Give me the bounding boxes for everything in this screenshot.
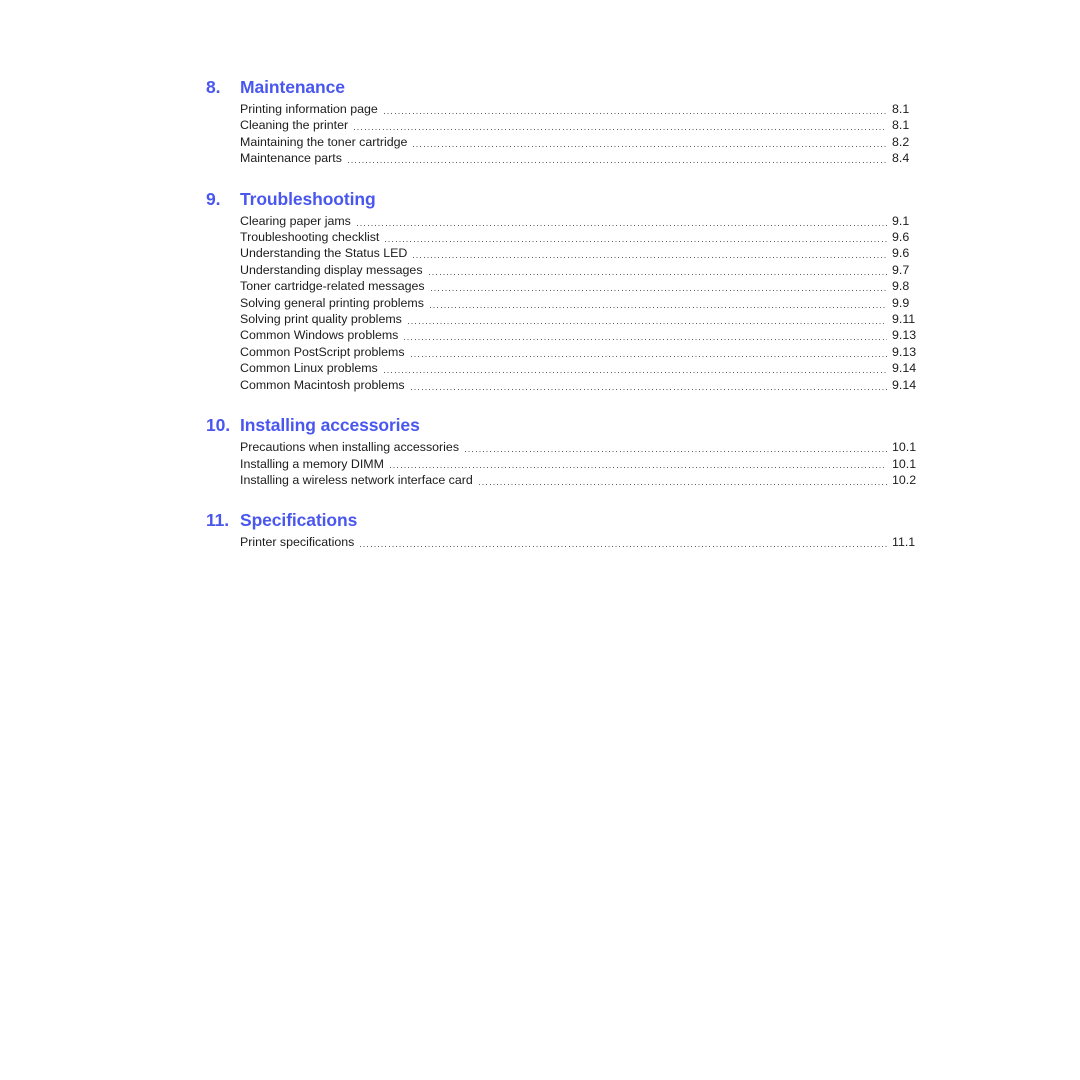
toc-entry-page-number: 8.2 [892, 134, 910, 149]
toc-entry-page-number: 9.9 [892, 295, 910, 310]
toc-entry[interactable]: Troubleshooting checklist 9.6 [206, 229, 936, 245]
dot-leader [354, 117, 887, 133]
toc-entry-page-number: 9.8 [892, 279, 910, 294]
document-page: 8. Maintenance Printing information page 8.… [0, 0, 1080, 1080]
toc-entry[interactable]: Understanding the Status LED 9.6 [206, 245, 936, 261]
toc-entry[interactable]: Clearing paper jams 9.1 [206, 213, 936, 229]
toc-entry-label: Printing information page [240, 102, 378, 116]
toc-entry-label: Solving print quality problems [240, 312, 402, 327]
section-title: Specifications [240, 510, 358, 531]
toc-entry-page-number: 10.2 [892, 472, 917, 487]
dot-leader [410, 344, 887, 360]
table-of-contents: 8. Maintenance Printing information page 8.… [206, 76, 936, 551]
section-entry-list: Precautions when installing accessories 1… [206, 439, 936, 488]
section-number: 10. [206, 415, 231, 436]
toc-entry-page-number: 8.1 [892, 102, 910, 116]
section-title: Maintenance [240, 77, 345, 97]
toc-entry[interactable]: Printing information page 8.1 [206, 101, 936, 117]
dot-leader [413, 245, 887, 261]
section-entry-list: Clearing paper jams 9.1 Troubleshooting ch… [206, 213, 936, 393]
toc-entry[interactable]: Solving print quality problems 9.11 [206, 311, 936, 327]
dot-leader [407, 311, 887, 327]
toc-entry[interactable]: Cleaning the printer 8.1 [206, 117, 936, 133]
toc-entry-page-number: 9.14 [892, 377, 917, 392]
toc-entry-page-number: 9.6 [892, 246, 910, 261]
toc-entry-page-number: 10.1 [892, 456, 917, 471]
section-entry-list: Printer specifications 11.1 [206, 534, 936, 550]
toc-entry[interactable]: Toner cartridge-related messages 9.8 [206, 278, 936, 294]
toc-entry-label: Common Linux problems [240, 361, 378, 376]
toc-entry-label: Understanding the Status LED [240, 246, 408, 261]
toc-entry-page-number: 8.4 [892, 151, 910, 166]
toc-entry-page-number: 10.1 [892, 440, 917, 455]
dot-leader [478, 472, 887, 488]
toc-entry-label: Installing a wireless network interface … [240, 472, 473, 487]
toc-entry[interactable]: Maintenance parts 8.4 [206, 150, 936, 166]
toc-entry[interactable]: Common Windows problems 9.13 [206, 327, 936, 343]
dot-leader [347, 150, 887, 166]
toc-entry-page-number: 9.13 [892, 344, 917, 359]
dot-leader [389, 456, 887, 472]
toc-entry-page-number: 8.1 [892, 118, 910, 133]
section-number: 9. [206, 188, 221, 209]
toc-entry-label: Understanding display messages [240, 262, 423, 277]
toc-entry-label: Common Macintosh problems [240, 377, 405, 392]
section-heading[interactable]: 9. Troubleshooting [206, 188, 936, 210]
toc-entry-label: Precautions when installing accessories [240, 440, 460, 455]
dot-leader [383, 360, 887, 376]
dot-leader [413, 134, 887, 150]
toc-entry-label: Troubleshooting checklist [240, 230, 380, 245]
toc-entry-label: Common Windows problems [240, 328, 399, 343]
toc-entry-page-number: 9.6 [892, 230, 910, 245]
section-heading[interactable]: 10. Installing accessories [206, 414, 936, 436]
dot-leader [465, 439, 887, 455]
toc-entry[interactable]: Understanding display messages 9.7 [206, 262, 936, 278]
toc-entry-label: Toner cartridge-related messages [240, 279, 425, 294]
dot-leader [360, 534, 887, 550]
dot-leader [428, 262, 887, 278]
section-heading[interactable]: 8. Maintenance [206, 76, 936, 98]
section-number: 11. [206, 510, 230, 531]
section-number: 8. [206, 77, 221, 97]
toc-entry-label: Clearing paper jams [240, 213, 351, 228]
toc-entry[interactable]: Common Macintosh problems 9.14 [206, 377, 936, 393]
section-entry-list: Printing information page 8.1 Cleaning the… [206, 101, 936, 167]
toc-section: 9. Troubleshooting Clearing paper jams 9.1 T… [206, 188, 936, 393]
toc-entry[interactable]: Printer specifications 11.1 [206, 534, 936, 550]
toc-entry-page-number: 9.14 [892, 361, 917, 376]
toc-entry[interactable]: Installing a memory DIMM 10.1 [206, 456, 936, 472]
toc-entry[interactable]: Maintaining the toner cartridge 8.2 [206, 134, 936, 150]
toc-entry-label: Cleaning the printer [240, 118, 349, 133]
toc-section: 11. Specifications Printer specifications 1… [206, 509, 936, 550]
dot-leader [385, 229, 887, 245]
toc-entry[interactable]: Installing a wireless network interface … [206, 472, 936, 488]
toc-entry[interactable]: Precautions when installing accessories 1… [206, 439, 936, 455]
dot-leader [410, 377, 887, 393]
dot-leader [356, 213, 887, 229]
section-title: Installing accessories [240, 415, 420, 436]
section-title: Troubleshooting [240, 188, 376, 209]
toc-entry-label: Maintaining the toner cartridge [240, 134, 408, 149]
dot-leader [404, 327, 887, 343]
toc-entry-page-number: 9.11 [892, 312, 916, 327]
toc-entry-label: Solving general printing problems [240, 295, 424, 310]
toc-entry-label: Printer specifications [240, 535, 355, 550]
toc-section: 8. Maintenance Printing information page 8.… [206, 76, 936, 167]
toc-entry[interactable]: Solving general printing problems 9.9 [206, 295, 936, 311]
toc-entry-label: Maintenance parts [240, 151, 342, 166]
dot-leader [429, 295, 887, 311]
toc-section: 10. Installing accessories Precautions whe… [206, 414, 936, 488]
dot-leader [430, 278, 887, 294]
toc-entry-page-number: 9.1 [892, 213, 910, 228]
toc-entry-label: Common PostScript problems [240, 344, 405, 359]
toc-entry[interactable]: Common Linux problems 9.14 [206, 360, 936, 376]
toc-entry-page-number: 9.7 [892, 262, 910, 277]
dot-leader [383, 101, 887, 117]
toc-entry-label: Installing a memory DIMM [240, 456, 384, 471]
toc-entry-page-number: 11.1 [892, 535, 916, 550]
toc-entry[interactable]: Common PostScript problems 9.13 [206, 344, 936, 360]
toc-entry-page-number: 9.13 [892, 328, 917, 343]
section-heading[interactable]: 11. Specifications [206, 509, 936, 531]
